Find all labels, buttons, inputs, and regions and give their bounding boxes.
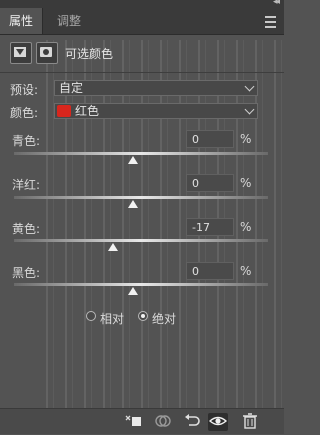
divider [0, 72, 284, 73]
slider-label-yellow: 黄色: [12, 222, 41, 236]
magenta-value: 0 [192, 177, 199, 190]
tab-adjustments[interactable]: 调整 [48, 8, 90, 34]
chevron-down-icon [244, 81, 255, 92]
yellow-slider-thumb[interactable] [108, 243, 119, 251]
slider-label-black: 黑色: [12, 266, 41, 280]
panel-tab-bar: 属性 调整 [0, 8, 284, 35]
yellow-unit: % [240, 220, 252, 234]
visibility-eye-icon[interactable] [208, 413, 228, 431]
clip-to-layer-icon[interactable] [124, 413, 144, 431]
view-previous-state-icon[interactable] [153, 413, 173, 431]
cyan-slider-track[interactable] [14, 152, 268, 155]
absolute-label: 绝对 [152, 312, 177, 326]
colors-dropdown[interactable]: 红色 [54, 103, 258, 119]
preset-value: 自定 [59, 81, 84, 95]
black-unit: % [240, 264, 252, 278]
chevron-down-icon [244, 104, 255, 115]
panel-top-strip: ◂◂ [0, 0, 284, 8]
yellow-slider-track[interactable] [14, 239, 268, 242]
yellow-value-input[interactable]: -17 [186, 218, 234, 236]
panel-title: 可选颜色 [65, 47, 114, 61]
panel-menu-icon[interactable] [265, 16, 276, 28]
panel-footer [0, 408, 284, 434]
slider-label-cyan: 青色: [12, 134, 41, 148]
slider-label-magenta: 洋红: [12, 178, 41, 192]
color-swatch [57, 105, 71, 117]
preset-dropdown[interactable]: 自定 [54, 80, 258, 96]
cyan-value: 0 [192, 133, 199, 146]
layer-mask-icon[interactable] [36, 42, 58, 64]
yellow-value: -17 [192, 221, 210, 234]
tab-properties[interactable]: 属性 [0, 8, 44, 34]
magenta-slider-track[interactable] [14, 196, 268, 199]
magenta-value-input[interactable]: 0 [186, 174, 234, 192]
trash-icon[interactable] [240, 413, 260, 431]
black-value: 0 [192, 265, 199, 278]
magenta-unit: % [240, 176, 252, 190]
reset-icon[interactable] [182, 413, 202, 431]
cyan-value-input[interactable]: 0 [186, 130, 234, 148]
collapse-panel-icon[interactable]: ◂◂ [273, 0, 280, 7]
absolute-radio[interactable] [138, 311, 148, 321]
magenta-slider-thumb[interactable] [128, 200, 139, 208]
colors-value: 红色 [75, 104, 100, 118]
relative-radio[interactable] [86, 311, 96, 321]
adjustment-layer-icon[interactable] [10, 42, 32, 64]
black-slider-track[interactable] [14, 283, 268, 286]
preset-label: 预设: [10, 83, 39, 97]
cyan-unit: % [240, 132, 252, 146]
black-slider-thumb[interactable] [128, 287, 139, 295]
relative-label: 相对 [100, 312, 125, 326]
colors-label: 颜色: [10, 106, 39, 120]
black-value-input[interactable]: 0 [186, 262, 234, 280]
cyan-slider-thumb[interactable] [128, 156, 139, 164]
